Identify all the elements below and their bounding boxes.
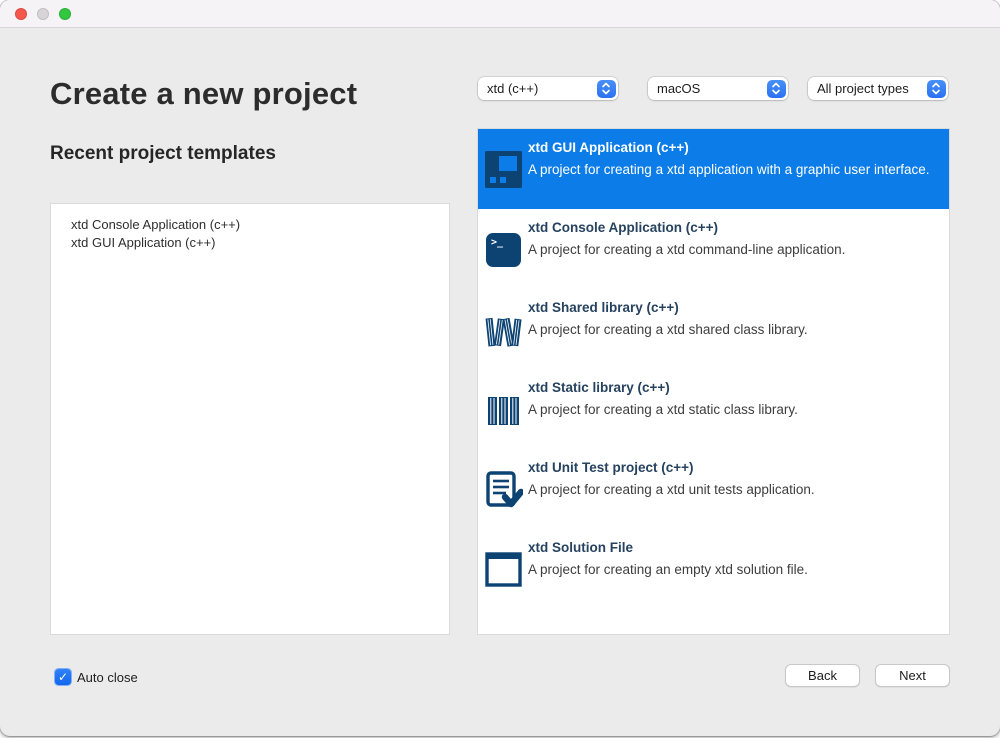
recent-item-console[interactable]: xtd Console Application (c++) [71,216,449,234]
close-window-button[interactable] [15,8,27,20]
language-dropdown-value: xtd (c++) [487,81,538,96]
unit-test-icon [484,470,523,509]
zoom-window-button[interactable] [59,8,71,20]
template-description: A project for creating a xtd unit tests … [528,481,941,498]
platform-dropdown-value: macOS [657,81,700,96]
stepper-icon [597,80,616,98]
template-title: xtd Static library (c++) [528,379,941,396]
stepper-icon [767,80,786,98]
template-description: A project for creating an empty xtd solu… [528,561,941,578]
gui-application-icon [484,150,523,189]
template-title: xtd Solution File [528,539,941,556]
template-title: xtd Unit Test project (c++) [528,459,941,476]
auto-close-checkbox[interactable]: ✓ [55,669,71,685]
solution-file-icon [484,550,523,589]
template-row-static-library[interactable]: xtd Static library (c++) A project for c… [478,369,949,449]
template-row-console-application[interactable]: >_ xtd Console Application (c++) A proje… [478,209,949,289]
template-row-shared-library[interactable]: xtd Shared library (c++) A project for c… [478,289,949,369]
stepper-icon [927,80,946,98]
console-application-icon: >_ [484,230,523,269]
titlebar[interactable] [0,0,1000,28]
svg-text:>_: >_ [491,237,504,248]
template-description: A project for creating a xtd static clas… [528,401,941,418]
project-type-dropdown-value: All project types [817,81,909,96]
static-library-icon [484,390,523,429]
template-title: xtd GUI Application (c++) [528,139,941,156]
recent-templates-list[interactable]: xtd Console Application (c++) xtd GUI Ap… [50,203,450,635]
page-title: Create a new project [50,76,357,112]
template-title: xtd Console Application (c++) [528,219,941,236]
template-description: A project for creating a xtd shared clas… [528,321,941,338]
template-row-gui-application[interactable]: xtd GUI Application (c++) A project for … [478,129,949,209]
recent-item-gui[interactable]: xtd GUI Application (c++) [71,234,449,252]
back-button[interactable]: Back [785,664,860,687]
platform-dropdown[interactable]: macOS [648,77,788,100]
template-title: xtd Shared library (c++) [528,299,941,316]
shared-library-icon [484,310,523,349]
auto-close-checkbox-row[interactable]: ✓ Auto close [55,668,138,686]
checkmark-icon: ✓ [58,670,68,684]
template-row-solution-file[interactable]: xtd Solution File A project for creating… [478,529,949,609]
minimize-window-button[interactable] [37,8,49,20]
project-type-dropdown[interactable]: All project types [808,77,948,100]
recent-templates-heading: Recent project templates [50,143,276,165]
template-row-unit-test[interactable]: xtd Unit Test project (c++) A project fo… [478,449,949,529]
language-dropdown[interactable]: xtd (c++) [478,77,618,100]
next-button[interactable]: Next [875,664,950,687]
template-description: A project for creating a xtd command-lin… [528,241,941,258]
template-list[interactable]: xtd GUI Application (c++) A project for … [477,128,950,635]
auto-close-label: Auto close [77,670,138,685]
template-description: A project for creating a xtd application… [528,161,941,178]
create-project-window: Create a new project xtd (c++) macOS All… [0,0,1000,736]
